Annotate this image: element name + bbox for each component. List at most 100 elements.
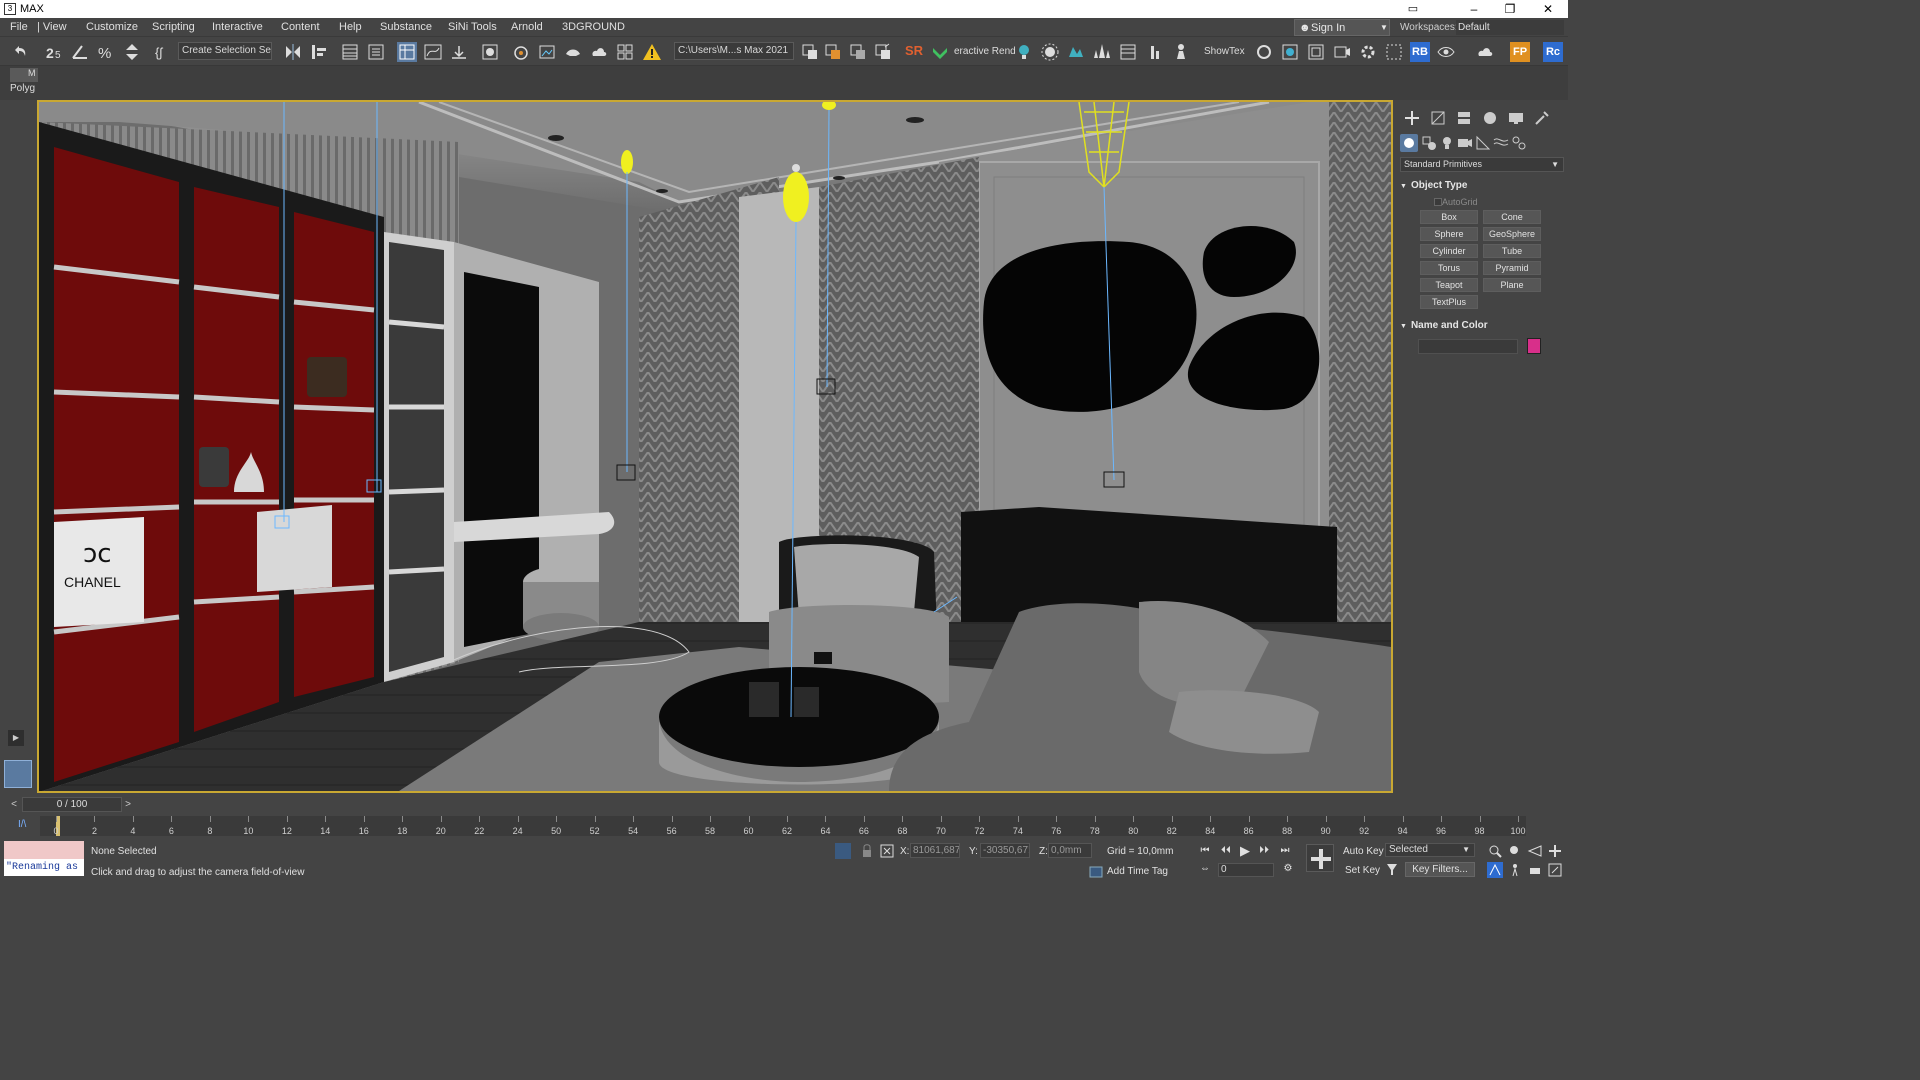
menu-interactive[interactable]: Interactive xyxy=(212,21,263,33)
cylinder-button[interactable]: Cylinder xyxy=(1420,244,1478,258)
cloud-render-icon[interactable] xyxy=(1475,42,1495,62)
menu-file[interactable]: File xyxy=(10,21,28,33)
sr-label[interactable]: SR xyxy=(905,43,923,58)
curve-editor-toggle[interactable]: I/\ xyxy=(18,819,26,830)
utilities-tab-icon[interactable] xyxy=(1532,108,1552,128)
tube-button[interactable]: Tube xyxy=(1483,244,1541,258)
angle-snap-icon[interactable] xyxy=(70,42,90,62)
sun-icon[interactable] xyxy=(1040,42,1060,62)
autogrid-checkbox[interactable] xyxy=(1434,198,1442,206)
scene-explorer-icon[interactable] xyxy=(397,42,417,62)
fp-button[interactable]: FP xyxy=(1510,42,1530,62)
z-coordinate-input[interactable]: 0,0mm xyxy=(1048,843,1092,858)
cone-button[interactable]: Cone xyxy=(1483,210,1541,224)
teapot-icon[interactable] xyxy=(1254,42,1274,62)
viewport-layout-button[interactable] xyxy=(4,760,32,788)
box-button[interactable]: Box xyxy=(1420,210,1478,224)
previous-key-icon[interactable]: ⏴⏴ xyxy=(1218,843,1234,859)
sphere-button[interactable]: Sphere xyxy=(1420,227,1478,241)
ribbon-modeling-tab[interactable]: M xyxy=(10,68,38,82)
dolly-icon[interactable] xyxy=(1527,862,1543,878)
play-icon[interactable]: ▶ xyxy=(1237,843,1253,859)
undo-icon[interactable] xyxy=(10,42,30,62)
helpers-icon[interactable] xyxy=(1474,134,1492,152)
rendered-frame-window-icon[interactable] xyxy=(537,42,557,62)
hierarchy-tab-icon[interactable] xyxy=(1454,108,1474,128)
workspaces-dropdown[interactable]: Default xyxy=(1456,20,1564,35)
key-filters-button[interactable]: Key Filters... xyxy=(1405,862,1475,877)
play-arrow-icon[interactable]: ▶ xyxy=(8,730,24,746)
viewport-scene[interactable]: CHANEL ↄc xyxy=(39,102,1391,791)
go-to-start-icon[interactable]: ⏮ xyxy=(1197,843,1213,859)
track-bar-timeline[interactable]: 0 2 4 6 8 10 12 14 16 18 20 22 24 50 52 54 56 58 60 62 64 66 6… xyxy=(40,816,1526,836)
menu-arnold[interactable]: Arnold xyxy=(511,21,543,33)
zoom-icon[interactable] xyxy=(1487,843,1503,859)
close-button[interactable]: ✕ xyxy=(1530,0,1566,18)
mirror-icon[interactable] xyxy=(283,42,303,62)
set-keys-button[interactable] xyxy=(1306,844,1334,872)
maxscript-listener-output[interactable]: "Renaming as xyxy=(4,859,84,876)
minimize-button[interactable]: – xyxy=(1456,0,1492,18)
named-selection-icon[interactable]: {ʃ xyxy=(153,42,173,62)
previous-frame-button[interactable]: < xyxy=(8,797,20,812)
move-to-layer-icon[interactable] xyxy=(800,42,820,62)
menu-help[interactable]: Help xyxy=(339,21,362,33)
curve-editor-icon[interactable] xyxy=(423,42,443,62)
create-tab-icon[interactable] xyxy=(1402,108,1422,128)
viewport-render-icon[interactable] xyxy=(1280,42,1300,62)
help-window-icon[interactable]: ▭ xyxy=(1395,0,1431,18)
maxscript-listener-input[interactable] xyxy=(4,841,84,859)
key-filter-icon[interactable] xyxy=(1384,861,1400,877)
time-slider-thumb[interactable]: 0 / 100 xyxy=(22,797,122,812)
proxy-icon[interactable] xyxy=(1066,42,1086,62)
shapes-icon[interactable] xyxy=(1420,134,1438,152)
select-link-icon[interactable]: 25 xyxy=(45,42,65,62)
textplus-button[interactable]: TextPlus xyxy=(1420,295,1478,309)
zoom-all-icon[interactable] xyxy=(1507,843,1523,859)
scatter-icon[interactable] xyxy=(1092,42,1112,62)
object-color-swatch[interactable] xyxy=(1527,338,1541,354)
layer-tool-2-icon[interactable] xyxy=(823,42,843,62)
time-config-icon[interactable]: ⚙ xyxy=(1280,861,1296,877)
space-warps-icon[interactable] xyxy=(1492,134,1510,152)
layer-tool-4-icon[interactable] xyxy=(873,42,893,62)
torus-button[interactable]: Torus xyxy=(1420,261,1478,275)
menu-sini-tools[interactable]: SiNi Tools xyxy=(448,21,497,33)
rb-button[interactable]: RB xyxy=(1410,42,1430,62)
ribbon-polygon-tab[interactable]: Polyg xyxy=(10,83,38,97)
render-setup-icon[interactable] xyxy=(511,42,531,62)
showtex-button[interactable]: ShowTex xyxy=(1204,46,1245,57)
isolate-selection-icon[interactable] xyxy=(835,843,851,859)
settings-gear-icon[interactable] xyxy=(1358,42,1378,62)
render-cloud-icon[interactable] xyxy=(589,42,609,62)
current-frame-input[interactable]: 0 xyxy=(1218,863,1274,877)
sign-in-button[interactable]: ☻ Sign In ▼ xyxy=(1294,19,1390,36)
camera-viewport[interactable]: CHANEL ↄc xyxy=(37,100,1393,793)
pan-icon[interactable] xyxy=(1547,843,1563,859)
menu-3dground[interactable]: 3DGROUND xyxy=(562,21,625,33)
align-icon[interactable] xyxy=(309,42,329,62)
orbit-icon[interactable] xyxy=(1487,862,1503,878)
interactive-render-label[interactable]: eractive Rend xyxy=(954,46,1016,57)
go-to-end-icon[interactable]: ⏭ xyxy=(1277,843,1293,859)
next-key-icon[interactable]: ⏵⏵ xyxy=(1256,843,1272,859)
set-key-button[interactable]: Set Key xyxy=(1345,865,1380,876)
toggle-ribbon-icon[interactable] xyxy=(366,42,386,62)
lights-icon[interactable] xyxy=(1438,134,1456,152)
menu-substance[interactable]: Substance xyxy=(380,21,432,33)
display-tab-icon[interactable] xyxy=(1506,108,1526,128)
schematic-view-icon[interactable] xyxy=(449,42,469,62)
chevron-render-icon[interactable] xyxy=(930,42,950,62)
spinner-snap-icon[interactable] xyxy=(122,42,142,62)
object-category-dropdown[interactable]: Standard Primitives ▼ xyxy=(1400,157,1564,172)
material-editor-icon[interactable] xyxy=(480,42,500,62)
menu-content[interactable]: Content xyxy=(281,21,320,33)
absolute-mode-icon[interactable] xyxy=(879,843,895,859)
walk-through-icon[interactable] xyxy=(1507,862,1523,878)
maximize-viewport-icon[interactable] xyxy=(1547,862,1563,878)
region-icon[interactable] xyxy=(1384,42,1404,62)
rc-button[interactable]: Rc xyxy=(1543,42,1563,62)
camera-view-icon[interactable] xyxy=(1332,42,1352,62)
teapot-button[interactable]: Teapot xyxy=(1420,278,1478,292)
menu-scripting[interactable]: Scripting xyxy=(152,21,195,33)
